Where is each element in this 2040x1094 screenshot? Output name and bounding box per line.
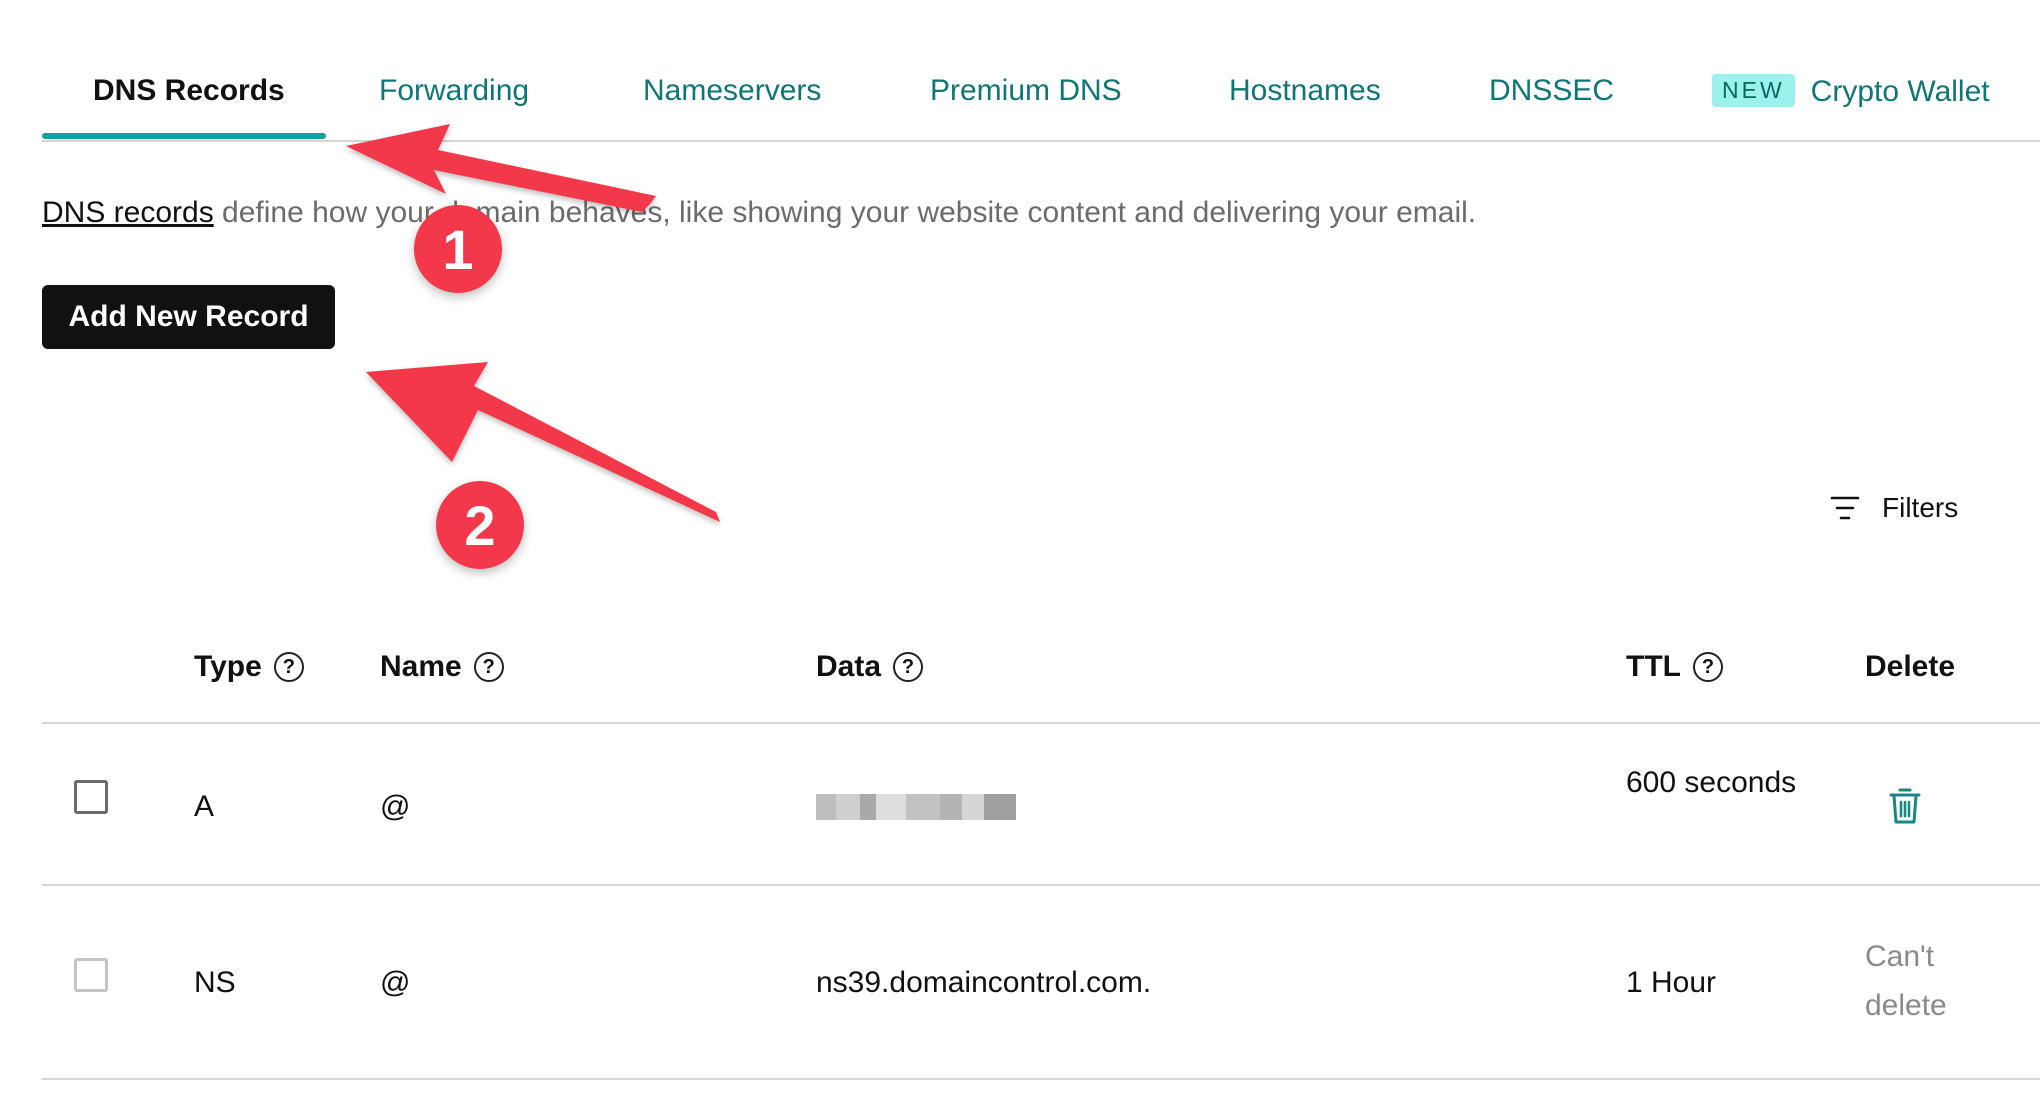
annotation-step-2: 2	[436, 481, 524, 569]
annotation-arrows	[346, 124, 720, 522]
arrow-2	[366, 362, 720, 522]
arrow-1	[346, 124, 656, 212]
annotation-step-1: 1	[414, 205, 502, 293]
